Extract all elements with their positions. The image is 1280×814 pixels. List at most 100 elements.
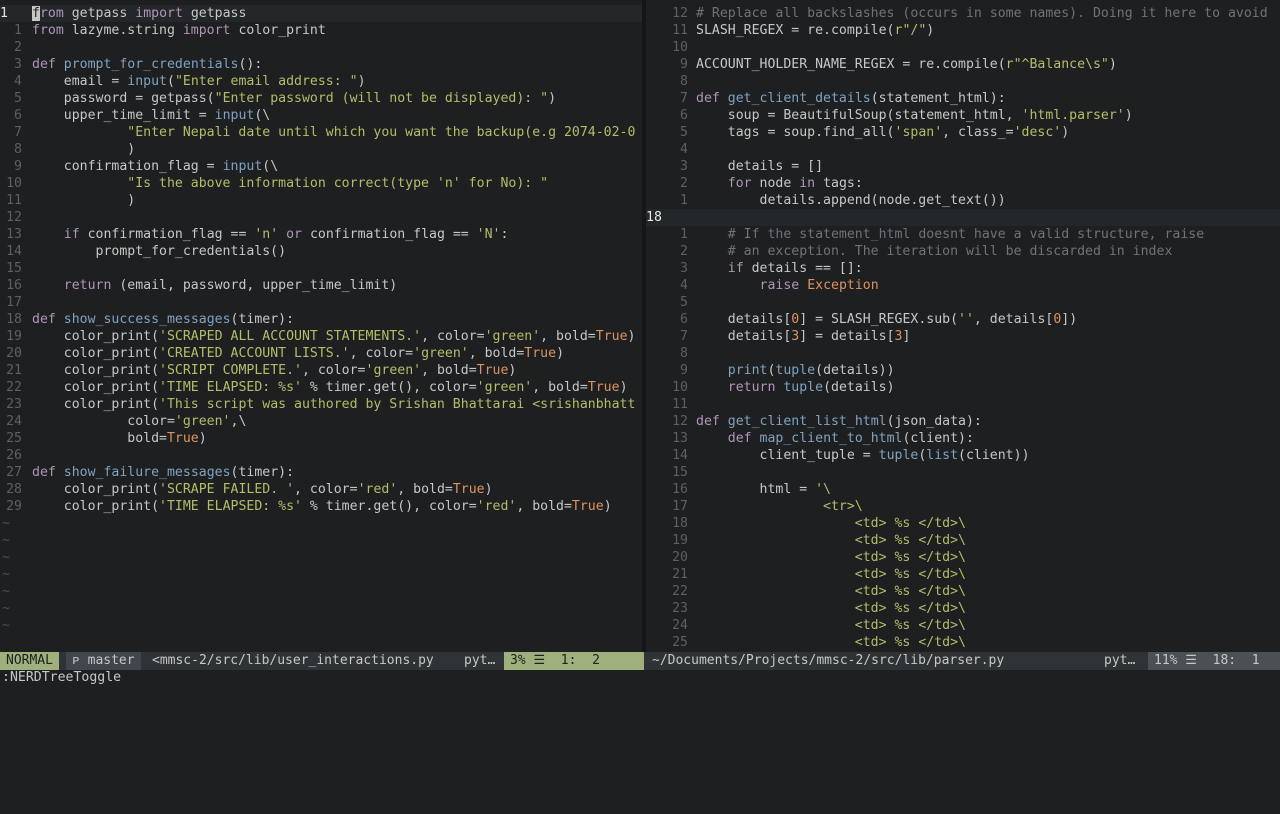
right-code-line[interactable]: 23 <td> %s </td>\	[646, 600, 1280, 617]
left-code-line[interactable]: 26	[0, 447, 642, 464]
code-token: 'TIME ELAPSED: %s'	[159, 499, 302, 514]
command-line[interactable]: :NERDTreeToggle	[0, 670, 1280, 690]
right-code-line[interactable]: 4 raise Exception	[646, 277, 1280, 294]
left-code-line[interactable]: 23 color_print('This script was authored…	[0, 396, 642, 413]
right-code-line[interactable]: 3 details = []	[646, 158, 1280, 175]
left-code-line[interactable]: 5 password = getpass("Enter password (wi…	[0, 90, 642, 107]
left-code-line[interactable]: 15	[0, 260, 642, 277]
code-token: node	[751, 176, 800, 191]
code-text: # Replace all backslashes (occurs in som…	[696, 6, 1268, 21]
code-token: <td> %s </td>\	[854, 550, 966, 565]
code-token: 'green'	[476, 380, 533, 395]
right-code-line[interactable]: 10 return tuple(details)	[646, 379, 1280, 396]
code-token: show_failure_messages	[63, 465, 231, 480]
right-code-line[interactable]: 1 details.append(node.get_text())	[646, 192, 1280, 209]
code-token: details == []:	[743, 261, 863, 276]
left-code-line[interactable]: 8 )	[0, 141, 642, 158]
left-code-line[interactable]: 22 color_print('TIME ELAPSED: %s' % time…	[0, 379, 642, 396]
right-code-line[interactable]: 2 # an exception. The iteration will be …	[646, 243, 1280, 260]
right-code-line[interactable]: 5	[646, 294, 1280, 311]
right-code-line[interactable]: 11	[646, 396, 1280, 413]
right-code-line[interactable]: 24 <td> %s </td>\	[646, 617, 1280, 634]
code-text: <td> %s </td>\	[696, 618, 966, 633]
right-code-line[interactable]: 8	[646, 345, 1280, 362]
code-token: get_client_details	[727, 91, 871, 106]
right-code-line[interactable]: 22 <td> %s </td>\	[646, 583, 1280, 600]
right-code-line[interactable]: 18	[646, 209, 1280, 226]
right-code-line[interactable]: 7 def get_client_details(statement_html):	[646, 90, 1280, 107]
right-code-line[interactable]: 18 <td> %s </td>\	[646, 515, 1280, 532]
right-code-line[interactable]: 6 details[0] = SLASH_REGEX.sub('', detai…	[646, 311, 1280, 328]
right-code-line[interactable]: 9 ACCOUNT_HOLDER_NAME_REGEX = re.compile(…	[646, 56, 1280, 73]
left-code-line[interactable]: 19 color_print('SCRAPED ALL ACCOUNT STAT…	[0, 328, 642, 345]
right-code-line[interactable]: 8	[646, 73, 1280, 90]
right-code-line[interactable]: 20 <td> %s </td>\	[646, 549, 1280, 566]
left-code-line[interactable]: 29 color_print('TIME ELAPSED: %s' % time…	[0, 498, 642, 515]
left-code-line[interactable]: 16 return (email, password, upper_time_l…	[0, 277, 642, 294]
left-code-line[interactable]: 10 "Is the above information correct(typ…	[0, 175, 642, 192]
line-number: 8	[680, 74, 688, 89]
left-code-line[interactable]: 21 color_print('SCRIPT COMPLETE.', color…	[0, 362, 642, 379]
code-token: 'SCRAPE FAILED. '	[159, 482, 295, 497]
left-code-line[interactable]: 4 email = input("Enter email address: ")	[0, 73, 642, 90]
right-code-line[interactable]: 7 details[3] = details[3]	[646, 328, 1280, 345]
right-code-line[interactable]: 25 <td> %s </td>\	[646, 634, 1280, 651]
right-code-pane[interactable]: 12 # Replace all backslashes (occurs in s…	[646, 5, 1280, 652]
left-code-line[interactable]: 12	[0, 209, 642, 226]
right-code-line[interactable]: 21 <td> %s </td>\	[646, 566, 1280, 583]
left-code-line[interactable]: 14 prompt_for_credentials()	[0, 243, 642, 260]
code-text: "Enter Nepali date until which you want …	[32, 125, 635, 140]
right-code-line[interactable]: 2 for node in tags:	[646, 175, 1280, 192]
left-code-line[interactable]: 24 color='green',\	[0, 413, 642, 430]
left-code-pane[interactable]: 1 from getpass import getpass 1 from lazyme…	[0, 5, 642, 652]
line-number: 1	[0, 6, 8, 21]
left-code-line[interactable]: 1 from lazyme.string import color_print	[0, 22, 642, 39]
left-code-line[interactable]: 1 from getpass import getpass	[0, 5, 642, 22]
status-line: NORMAL ᴘ master <mmsc-2/src/lib/user_int…	[0, 652, 1280, 670]
left-code-line[interactable]: 25 bold=True)	[0, 430, 642, 447]
left-code-line[interactable]: 6 upper_time_limit = input(\	[0, 107, 642, 124]
code-token: confirmation_flag =	[32, 159, 223, 174]
empty-line-marker: ~	[2, 567, 10, 582]
code-token: input	[222, 159, 263, 174]
left-code-line[interactable]: 11 )	[0, 192, 642, 209]
right-code-line[interactable]: 19 <td> %s </td>\	[646, 532, 1280, 549]
left-code-line[interactable]: 9 confirmation_flag = input(\	[0, 158, 642, 175]
code-text: # an exception. The iteration will be di…	[696, 244, 1173, 259]
right-code-line[interactable]: 10	[646, 39, 1280, 56]
right-code-line[interactable]: 4	[646, 141, 1280, 158]
right-code-line[interactable]: 9 print(tuple(details))	[646, 362, 1280, 379]
left-code-line[interactable]: 2	[0, 39, 642, 56]
right-code-line[interactable]: 12 # Replace all backslashes (occurs in s…	[646, 5, 1280, 22]
code-token: def	[32, 465, 56, 480]
right-code-line[interactable]: 17 <tr>\	[646, 498, 1280, 515]
left-code-line[interactable]: 3 def prompt_for_credentials():	[0, 56, 642, 73]
right-code-line[interactable]: 12 def get_client_list_html(json_data):	[646, 413, 1280, 430]
left-code-line[interactable]: 17	[0, 294, 642, 311]
code-text: "Is the above information correct(type '…	[32, 176, 548, 191]
right-code-line[interactable]: 11 SLASH_REGEX = re.compile(r"/")	[646, 22, 1280, 39]
left-code-line[interactable]: 20 color_print('CREATED ACCOUNT LISTS.',…	[0, 345, 642, 362]
left-code-line[interactable]: 7 "Enter Nepali date until which you wan…	[0, 124, 642, 141]
left-code-line[interactable]: 28 color_print('SCRAPE FAILED. ', color=…	[0, 481, 642, 498]
left-code-line[interactable]: 13 if confirmation_flag == 'n' or confir…	[0, 226, 642, 243]
right-code-line[interactable]: 6 soup = BeautifulSoup(statement_html, '…	[646, 107, 1280, 124]
code-token: lazyme.string	[63, 23, 183, 38]
right-code-line[interactable]: 3 if details == []:	[646, 260, 1280, 277]
right-code-line[interactable]: 16 html = '\	[646, 481, 1280, 498]
right-code-line[interactable]: 15	[646, 464, 1280, 481]
right-code-line[interactable]: 14 client_tuple = tuple(list(client))	[646, 447, 1280, 464]
left-code-line[interactable]: 27 def show_failure_messages(timer):	[0, 464, 642, 481]
right-code-line[interactable]: 5 tags = soup.find_all('span', class_='d…	[646, 124, 1280, 141]
right-code-line[interactable]: 1 # If the statement_html doesnt have a …	[646, 226, 1280, 243]
code-token: rom	[39, 6, 64, 21]
right-code-line[interactable]: 13 def map_client_to_html(client):	[646, 430, 1280, 447]
code-token: details[	[696, 329, 792, 344]
line-number: 1	[680, 193, 688, 208]
code-text: color_print('CREATED ACCOUNT LISTS.', co…	[32, 346, 564, 361]
line-number: 13	[672, 431, 688, 446]
left-code-line[interactable]: 18 def show_success_messages(timer):	[0, 311, 642, 328]
